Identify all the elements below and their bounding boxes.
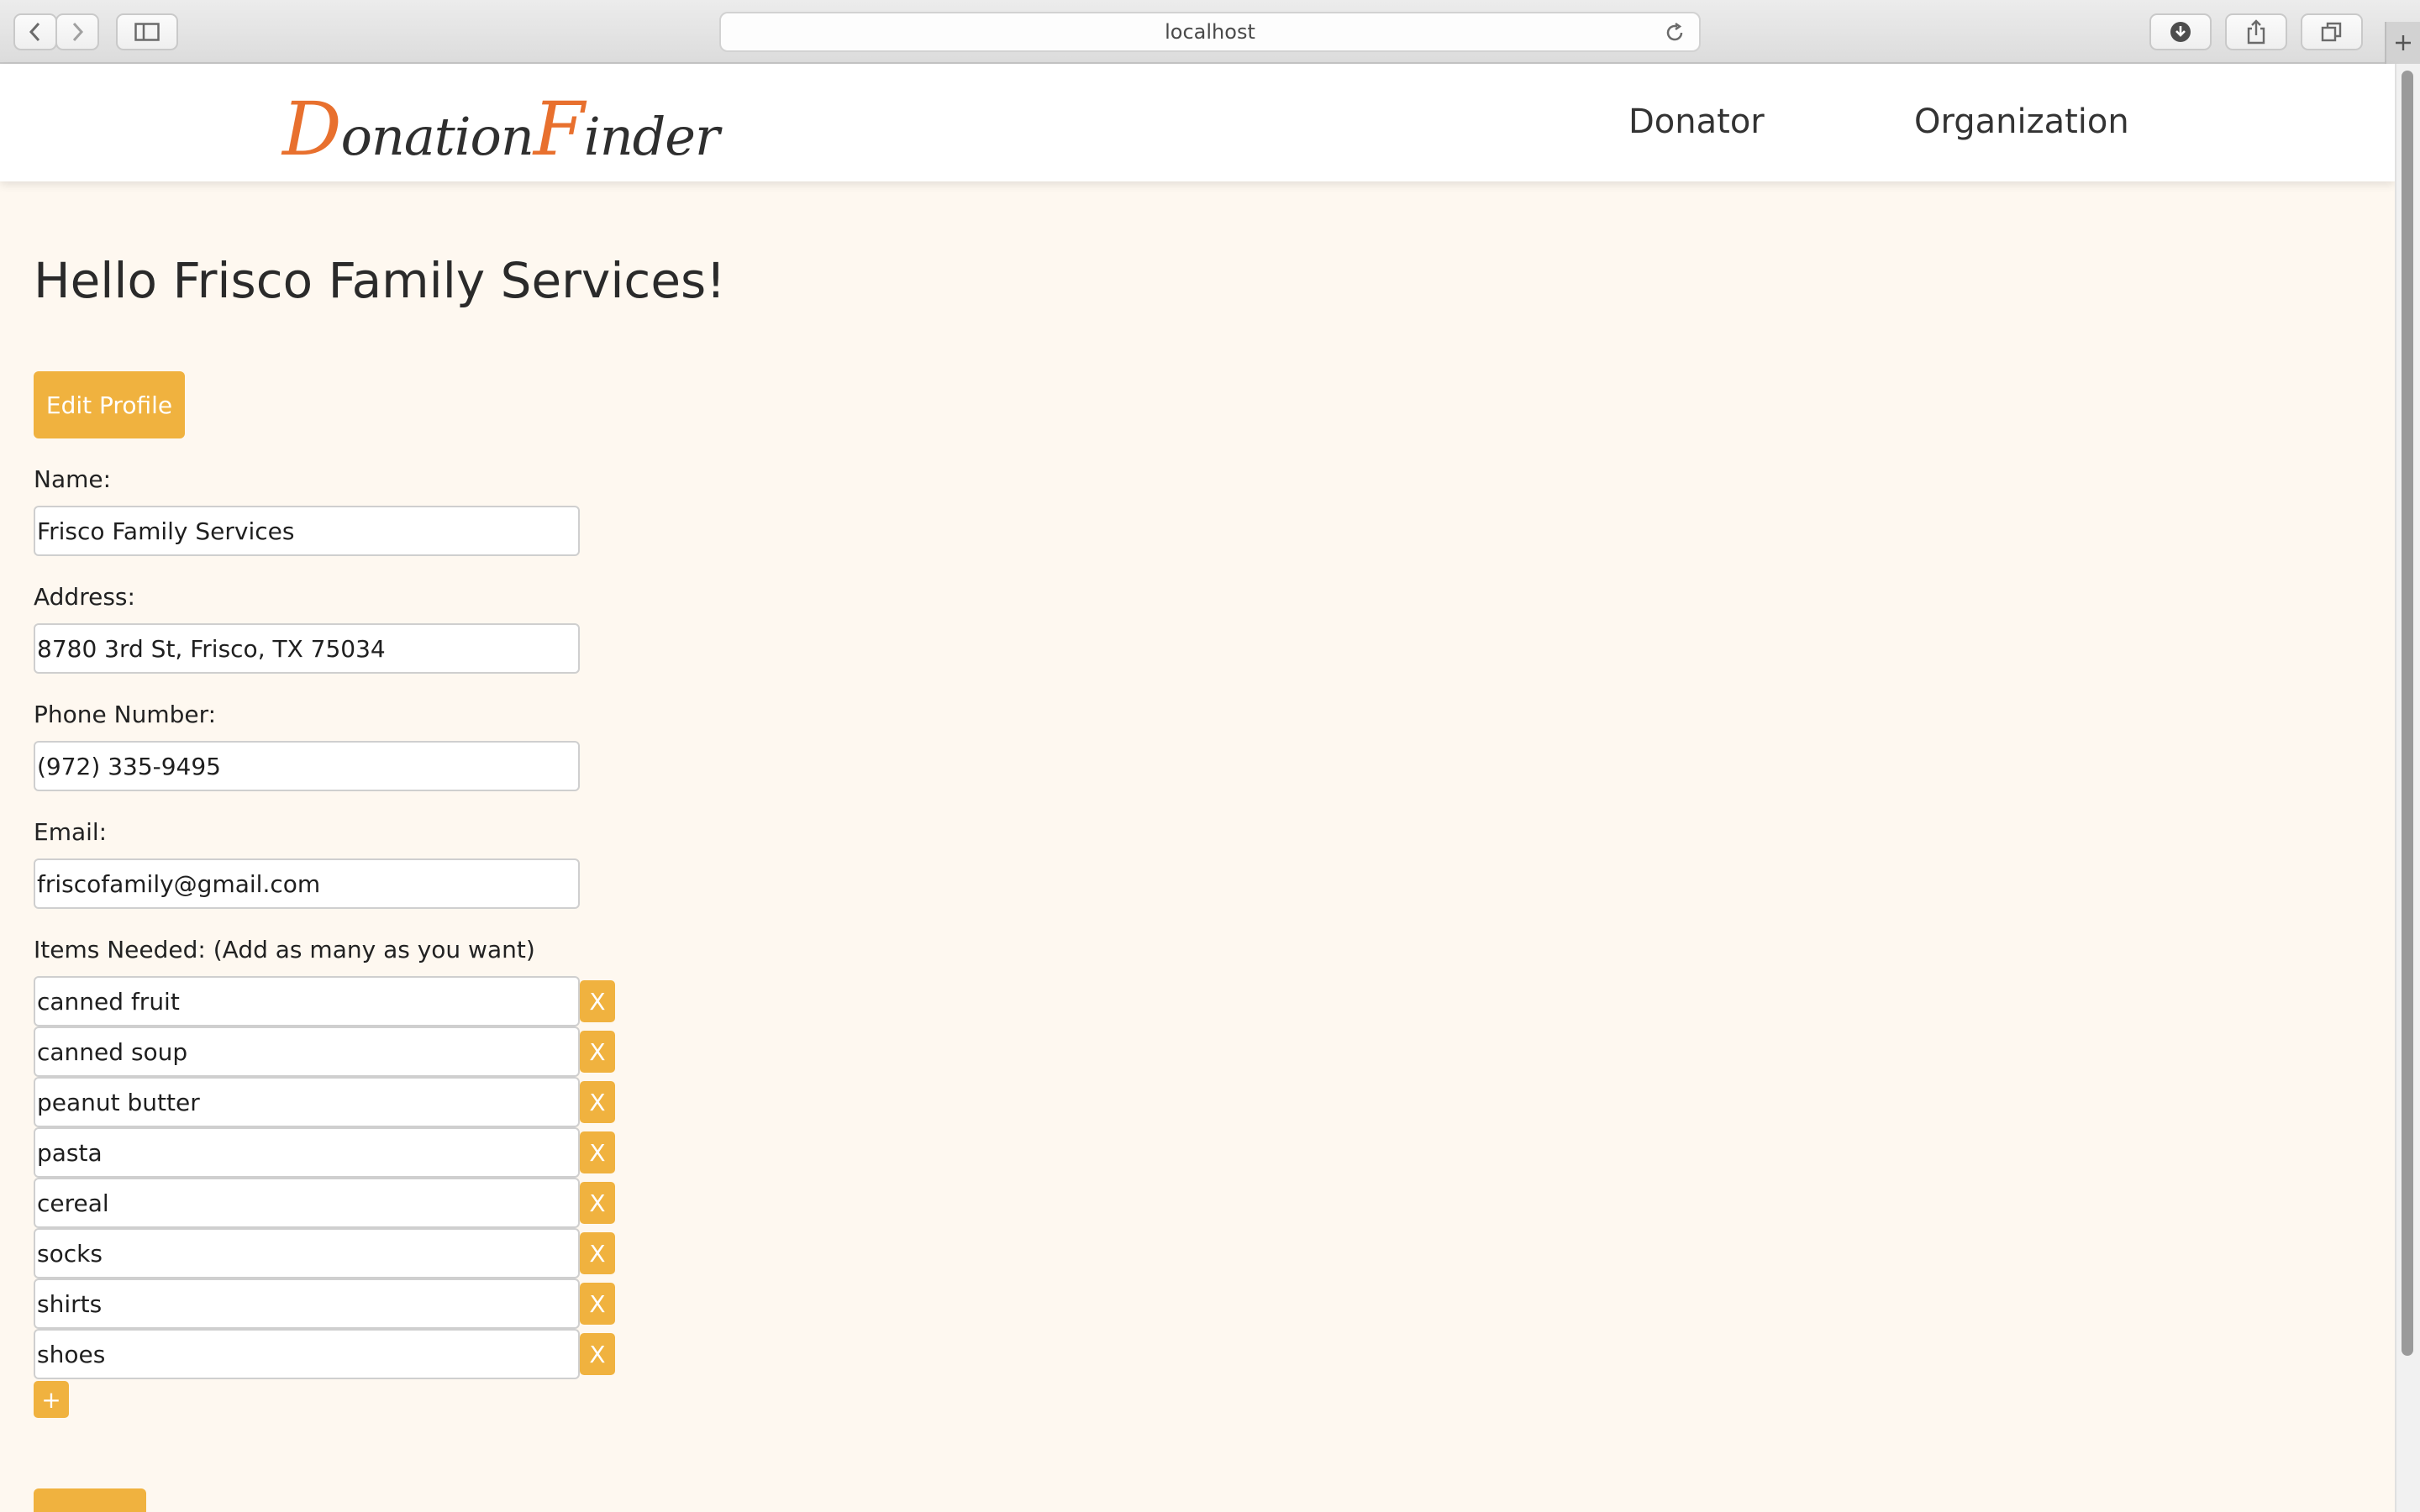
download-icon [2170, 22, 2191, 42]
browser-toolbar: localhost [0, 0, 2420, 64]
item-field[interactable] [34, 976, 580, 1026]
logo-cap-f: F [533, 86, 585, 172]
item-field[interactable] [34, 1228, 580, 1278]
chevron-right-icon [72, 22, 84, 42]
item-field[interactable] [34, 1026, 580, 1077]
name-label: Name: [34, 465, 112, 493]
item-field[interactable] [34, 1329, 580, 1379]
back-button[interactable] [13, 13, 57, 50]
page-title: Hello Frisco Family Services! [34, 252, 726, 309]
remove-item-button[interactable]: X [580, 1333, 615, 1375]
remove-item-button[interactable]: X [580, 1031, 615, 1073]
sidebar-icon [134, 23, 160, 41]
remove-item-button[interactable]: X [580, 1232, 615, 1274]
scrollbar-thumb[interactable] [2402, 71, 2413, 1356]
downloads-button[interactable] [2149, 13, 2212, 50]
remove-item-button[interactable]: X [580, 1182, 615, 1224]
nav-link-organization[interactable]: Organization [1914, 102, 2129, 141]
item-field[interactable] [34, 1127, 580, 1178]
remove-item-button[interactable]: X [580, 1131, 615, 1173]
nav-link-donator[interactable]: Donator [1628, 102, 1765, 141]
chevron-left-icon [29, 22, 40, 42]
address-label: Address: [34, 583, 135, 611]
forward-button[interactable] [55, 13, 99, 50]
phone-field[interactable] [34, 741, 580, 791]
address-bar[interactable]: localhost [719, 12, 1701, 52]
logo-word-1: onation [340, 106, 534, 167]
item-field[interactable] [34, 1178, 580, 1228]
url-text: localhost [1165, 20, 1255, 44]
logo-word-2: inder [583, 106, 720, 167]
new-tab-button[interactable] [2385, 22, 2420, 64]
address-field[interactable] [34, 623, 580, 674]
tabs-overview-button[interactable] [2301, 13, 2363, 50]
phone-label: Phone Number: [34, 701, 217, 728]
add-item-button[interactable]: + [34, 1381, 69, 1418]
sidebar-toggle-button[interactable] [116, 13, 178, 50]
reload-icon[interactable] [1664, 22, 1686, 44]
share-icon [2247, 19, 2265, 45]
plus-icon [2396, 35, 2411, 50]
item-field[interactable] [34, 1077, 580, 1127]
submit-button[interactable] [34, 1488, 146, 1512]
email-field[interactable] [34, 858, 580, 909]
site-header: DonationFinder Donator Organization [0, 64, 2395, 181]
remove-item-button[interactable]: X [580, 1081, 615, 1123]
name-field[interactable] [34, 506, 580, 556]
items-needed-label: Items Needed: (Add as many as you want) [34, 936, 535, 963]
remove-item-button[interactable]: X [580, 1283, 615, 1325]
edit-profile-button[interactable]: Edit Profile [34, 371, 185, 438]
remove-item-button[interactable]: X [580, 980, 615, 1022]
share-button[interactable] [2225, 13, 2287, 50]
tabs-icon [2321, 22, 2342, 42]
logo-cap-d: D [282, 86, 342, 172]
site-logo[interactable]: DonationFinder [282, 86, 720, 172]
item-field[interactable] [34, 1278, 580, 1329]
email-label: Email: [34, 818, 108, 846]
